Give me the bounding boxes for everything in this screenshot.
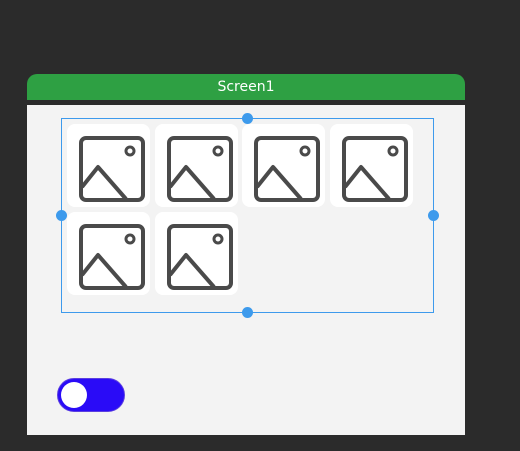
toggle-knob (61, 382, 87, 408)
resize-handle-top[interactable] (242, 113, 253, 124)
screen-title: Screen1 (27, 74, 465, 100)
gallery-selection-box[interactable] (61, 118, 434, 313)
resize-handle-bottom[interactable] (242, 307, 253, 318)
toggle-switch[interactable] (57, 378, 125, 412)
resize-handle-left[interactable] (56, 210, 67, 221)
resize-handle-right[interactable] (428, 210, 439, 221)
